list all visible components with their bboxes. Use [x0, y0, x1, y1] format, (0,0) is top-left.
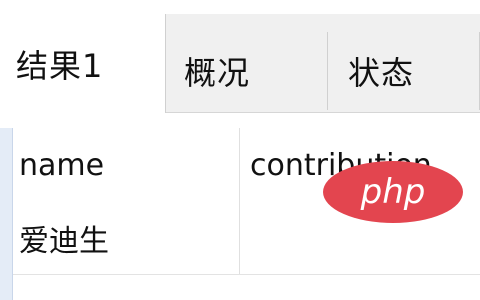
- tab-status-label: 状态: [348, 54, 415, 92]
- row-divider: [13, 274, 480, 275]
- tab-overview-label: 概况: [184, 54, 251, 92]
- tab-result-1-label: 结果1: [16, 46, 104, 85]
- row-selector-column[interactable]: [0, 128, 13, 300]
- tab-overview[interactable]: 概况: [166, 32, 328, 110]
- watermark-text: php: [360, 172, 426, 212]
- result-panel: 结果1 概况 状态 name contribution 爱迪生 php: [0, 0, 480, 300]
- column-header-name-label: name: [19, 147, 105, 183]
- tab-status[interactable]: 状态: [328, 32, 480, 110]
- table-cell-name-value: 爱迪生: [19, 224, 109, 259]
- top-strip: [0, 0, 480, 14]
- tab-result-1[interactable]: 结果1: [0, 14, 166, 113]
- column-header-name[interactable]: name: [13, 128, 240, 202]
- php-watermark-logo: php: [323, 161, 463, 223]
- table-cell-name[interactable]: 爱迪生: [13, 202, 240, 274]
